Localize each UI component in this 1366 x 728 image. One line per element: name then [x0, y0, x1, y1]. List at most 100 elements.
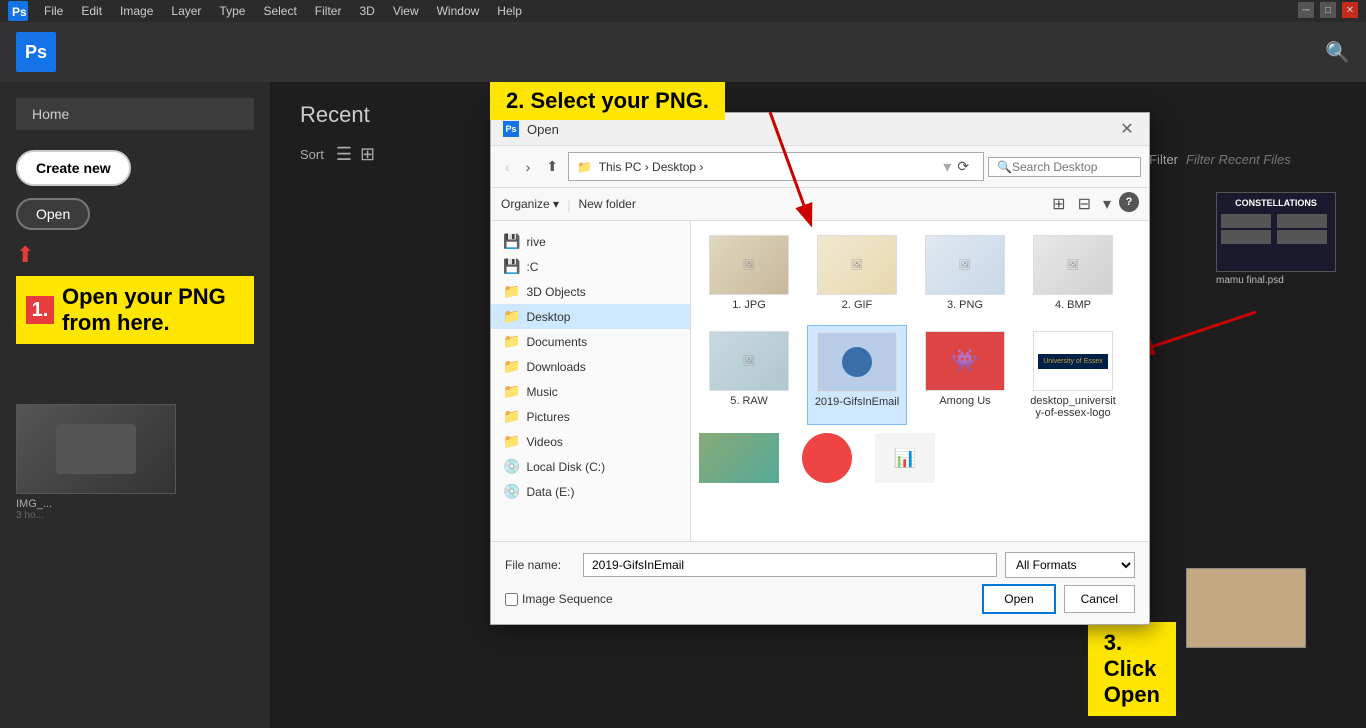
- search-icon-small: 🔍: [997, 160, 1012, 174]
- dialog-view-alt-button[interactable]: ⊟: [1074, 192, 1095, 216]
- folder-item-pictures[interactable]: 📁 Pictures: [491, 404, 690, 429]
- dialog-view-mode-button[interactable]: ⊞: [1048, 192, 1069, 216]
- organize-button[interactable]: Organize ▾: [501, 197, 559, 211]
- folder-item-desktop[interactable]: 📁 Desktop: [491, 304, 690, 329]
- nav-up-button[interactable]: ⬆: [540, 156, 564, 177]
- menu-help[interactable]: Help: [489, 2, 530, 20]
- folder-item-music[interactable]: 📁 Music: [491, 379, 690, 404]
- folder-name: Downloads: [526, 360, 585, 374]
- filename-input[interactable]: [583, 553, 997, 577]
- folder-name: rive: [526, 235, 545, 249]
- folder-name: Local Disk (C:): [526, 460, 605, 474]
- file-thumb-gif: 🖼: [817, 235, 897, 295]
- file-item-png[interactable]: 🖼 3. PNG: [915, 229, 1015, 317]
- sidebar-preview-label: IMG_...: [16, 498, 254, 510]
- dialog-title-text: Open: [527, 122, 559, 137]
- file-item-gifs[interactable]: 2019-GifsInEmail: [807, 325, 907, 425]
- create-new-button[interactable]: Create new: [16, 150, 131, 186]
- disk-e-icon: 💿: [503, 483, 520, 500]
- image-sequence-label: Image Sequence: [522, 592, 613, 606]
- window-controls: ─ □ ✕: [1298, 2, 1358, 18]
- menu-select[interactable]: Select: [255, 2, 304, 20]
- sidebar: Home Create new Open ⬆ 1. Open your PNG …: [0, 82, 270, 728]
- close-button[interactable]: ✕: [1342, 2, 1358, 18]
- minimize-button[interactable]: ─: [1298, 2, 1314, 18]
- image-sequence-checkbox[interactable]: [505, 593, 518, 606]
- file-name-raw: 5. RAW: [730, 395, 768, 407]
- search-box[interactable]: 🔍: [988, 157, 1141, 177]
- ps-header: Ps 🔍: [0, 22, 1366, 82]
- step2-text: 2. Select your PNG.: [506, 88, 709, 113]
- folder-item-downloads[interactable]: 📁 Downloads: [491, 354, 690, 379]
- dialog-nav: ‹ › ⬆ 📁 This PC › Desktop › ▾ ⟳ 🔍: [491, 146, 1149, 188]
- step1-number: 1.: [26, 296, 54, 324]
- folder-item-drive1[interactable]: 💾 rive: [491, 229, 690, 254]
- maximize-button[interactable]: □: [1320, 2, 1336, 18]
- ps-logo: Ps: [16, 32, 56, 72]
- file-item-gif[interactable]: 🖼 2. GIF: [807, 229, 907, 317]
- dialog-view-toggle[interactable]: ▾: [1099, 192, 1115, 216]
- menu-layer[interactable]: Layer: [163, 2, 209, 20]
- menu-type[interactable]: Type: [211, 2, 253, 20]
- file-thumb-raw: 🖼: [709, 331, 789, 391]
- menu-filter[interactable]: Filter: [307, 2, 350, 20]
- folder-icon-active: 📁: [503, 308, 520, 325]
- file-item-bmp[interactable]: 🖼 4. BMP: [1023, 229, 1123, 317]
- instruction-step2: 2. Select your PNG.: [490, 82, 725, 120]
- dialog-body: 💾 rive 💾 :C 📁 3D Objects 📁: [491, 221, 1149, 541]
- dialog-toolbar: Organize ▾ | New folder ⊞ ⊟ ▾ ?: [491, 188, 1149, 221]
- menu-image[interactable]: Image: [112, 2, 161, 20]
- folder-icon: 📁: [503, 433, 520, 450]
- folder-item-datae[interactable]: 💿 Data (E:): [491, 479, 690, 504]
- folder-item-localdisk[interactable]: 💿 Local Disk (C:): [491, 454, 690, 479]
- open-dialog-overlay: 2. Select your PNG. Ps Open: [270, 82, 1366, 728]
- open-button[interactable]: Open: [16, 198, 90, 230]
- file-item-jpg[interactable]: 🖼 1. JPG: [699, 229, 799, 317]
- footer-buttons: Open Cancel: [982, 584, 1135, 614]
- refresh-button[interactable]: ⟳: [951, 156, 975, 177]
- step1-text: Open your PNG from here.: [62, 284, 244, 336]
- home-button[interactable]: Home: [16, 98, 254, 130]
- file-name-bmp: 4. BMP: [1055, 299, 1091, 311]
- menu-window[interactable]: Window: [429, 2, 488, 20]
- help-button[interactable]: ?: [1119, 192, 1139, 212]
- file-item-among[interactable]: 👾 Among Us: [915, 325, 1015, 425]
- format-select[interactable]: All Formats: [1005, 552, 1135, 578]
- folder-item-videos[interactable]: 📁 Videos: [491, 429, 690, 454]
- new-folder-button[interactable]: New folder: [578, 197, 635, 211]
- breadcrumb-dropdown-icon[interactable]: ▾: [943, 157, 951, 177]
- folder-name: Music: [526, 385, 557, 399]
- dialog-open-button[interactable]: Open: [982, 584, 1055, 614]
- folder-icon: 📁: [503, 333, 520, 350]
- nav-back-button[interactable]: ‹: [499, 157, 516, 177]
- breadcrumb-folder-icon[interactable]: 📁: [577, 160, 592, 174]
- dialog-cancel-button[interactable]: Cancel: [1064, 585, 1135, 613]
- partial-thumb-2: [787, 433, 867, 483]
- file-item-raw[interactable]: 🖼 5. RAW: [699, 325, 799, 425]
- nav-forward-button[interactable]: ›: [520, 157, 537, 177]
- sidebar-preview-time: 3 ho...: [16, 510, 254, 521]
- menu-3d[interactable]: 3D: [351, 2, 382, 20]
- main-layout: Home Create new Open ⬆ 1. Open your PNG …: [0, 82, 1366, 728]
- search-icon[interactable]: 🔍: [1325, 40, 1350, 65]
- folder-item-3dobjects[interactable]: 📁 3D Objects: [491, 279, 690, 304]
- file-item-essex[interactable]: University of Essex desktop_university-o…: [1023, 325, 1123, 425]
- dialog-right-panel: 🖼 1. JPG 🖼 2. GIF: [691, 221, 1149, 541]
- folder-item-documents[interactable]: 📁 Documents: [491, 329, 690, 354]
- search-input[interactable]: [1012, 160, 1132, 174]
- file-thumb-bmp: 🖼: [1033, 235, 1113, 295]
- menu-edit[interactable]: Edit: [73, 2, 110, 20]
- menu-view[interactable]: View: [385, 2, 427, 20]
- folder-name: Videos: [526, 435, 562, 449]
- file-name-png: 3. PNG: [947, 299, 983, 311]
- file-name-essex: desktop_university-of-essex-logo: [1029, 395, 1117, 419]
- partial-thumb-1: [699, 433, 779, 483]
- open-arrow-icon: ⬆: [16, 242, 34, 268]
- folder-name: Pictures: [526, 410, 569, 424]
- dialog-close-button[interactable]: ✕: [1117, 119, 1137, 139]
- image-sequence-row: Image Sequence: [505, 592, 613, 606]
- folder-item-c[interactable]: 💾 :C: [491, 254, 690, 279]
- file-thumb-among: 👾: [925, 331, 1005, 391]
- menu-file[interactable]: File: [36, 2, 71, 20]
- open-dialog: Ps Open ✕ ‹ › ⬆ 📁 This PC › Desktop ›: [490, 112, 1150, 625]
